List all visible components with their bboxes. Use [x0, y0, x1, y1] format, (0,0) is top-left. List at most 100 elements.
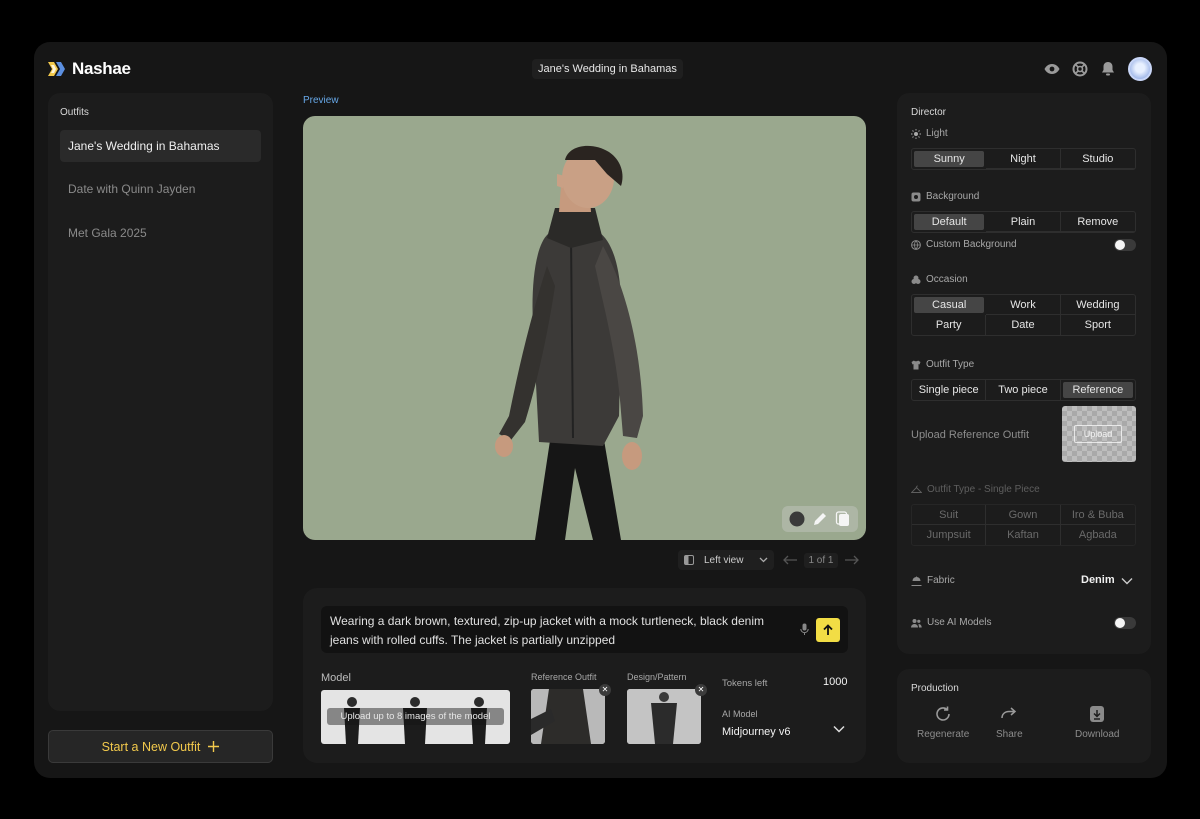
- share-button[interactable]: Share: [996, 705, 1023, 740]
- use-ai-models-row: Use AI Models: [911, 617, 991, 628]
- share-arrow-icon: [1001, 707, 1017, 719]
- fabric-section-title: Fabric: [911, 575, 955, 586]
- help-lifebuoy-icon[interactable]: [1072, 61, 1088, 77]
- model-figure-image: [495, 145, 643, 540]
- production-panel: Production Regenerate Share Download: [897, 669, 1151, 763]
- header-actions: [1044, 57, 1152, 81]
- outfit-type-option-single[interactable]: Single piece: [912, 380, 987, 400]
- hanger-icon: [911, 485, 922, 493]
- use-ai-models-toggle[interactable]: [1114, 617, 1136, 629]
- image-frame-icon: [911, 192, 921, 201]
- fabric-lamp-icon: [911, 576, 922, 586]
- preview-canvas: [303, 116, 866, 540]
- outfit-item[interactable]: Met Gala 2025: [60, 217, 261, 249]
- view-panel-icon: [684, 555, 694, 565]
- outfit-item[interactable]: Date with Quinn Jayden: [60, 173, 261, 205]
- tokens-value: 1000: [823, 676, 848, 688]
- director-panel: Director Light Sunny Night Studio Backgr…: [897, 93, 1151, 654]
- chevron-down-icon: [760, 557, 768, 563]
- outfits-title: Outfits: [60, 107, 89, 118]
- view-controls: Left view 1 of 1: [678, 550, 860, 570]
- occasion-option-sport[interactable]: Sport: [1061, 315, 1135, 335]
- start-new-outfit-button[interactable]: Start a New Outfit: [48, 730, 273, 763]
- preview-label: Preview: [303, 95, 339, 106]
- background-option-default[interactable]: Default: [914, 214, 985, 230]
- page-title: Jane's Wedding in Bahamas: [532, 59, 683, 79]
- send-button[interactable]: [816, 618, 840, 642]
- chevron-down-icon[interactable]: [1121, 577, 1133, 585]
- ai-model-label: AI Model: [722, 709, 758, 719]
- light-option-sunny[interactable]: Sunny: [914, 151, 985, 167]
- fabric-select[interactable]: Denim: [1081, 574, 1115, 586]
- prompt-text: Wearing a dark brown, textured, zip-up j…: [330, 614, 764, 647]
- occasion-section-title: Occasion: [911, 274, 968, 285]
- design-pattern-label: Design/Pattern: [627, 672, 687, 682]
- single-piece-option-jumpsuit: Jumpsuit: [912, 525, 987, 545]
- logo-mark-icon: [48, 62, 65, 76]
- custom-background-row: Custom Background: [911, 239, 1017, 250]
- avatar[interactable]: [1128, 57, 1152, 81]
- outfit-type-segmented-control: Single piece Two piece Reference: [911, 379, 1136, 401]
- prompt-panel: Wearing a dark brown, textured, zip-up j…: [303, 588, 866, 763]
- outfit-type-option-two[interactable]: Two piece: [986, 380, 1061, 400]
- director-title: Director: [911, 107, 947, 118]
- reference-outfit-label: Reference Outfit: [531, 672, 597, 682]
- single-piece-option-gown: Gown: [986, 505, 1061, 525]
- model-upload-dropzone[interactable]: Upload up to 8 images of the model: [321, 690, 510, 744]
- remove-reference-button[interactable]: ✕: [599, 684, 611, 696]
- custom-background-toggle[interactable]: [1114, 239, 1136, 251]
- tokens-label: Tokens left: [722, 678, 768, 689]
- light-option-night[interactable]: Night: [986, 149, 1061, 169]
- background-section-title: Background: [911, 191, 979, 202]
- view-select[interactable]: Left view: [678, 550, 775, 570]
- download-button[interactable]: Download: [1075, 705, 1119, 740]
- arrow-left-icon[interactable]: [782, 555, 798, 565]
- occasion-option-work[interactable]: Work: [986, 295, 1061, 315]
- outfit-type-option-reference[interactable]: Reference: [1062, 382, 1133, 398]
- eye-icon[interactable]: [1044, 61, 1060, 77]
- chevron-down-icon[interactable]: [833, 725, 845, 733]
- ai-model-select[interactable]: Midjourney v6: [722, 726, 790, 738]
- light-option-studio[interactable]: Studio: [1060, 149, 1135, 169]
- arrow-right-icon[interactable]: [844, 555, 860, 565]
- upload-reference-button[interactable]: Upload: [1074, 425, 1122, 443]
- shirt-icon: [911, 360, 921, 369]
- reference-photo-image: [531, 689, 605, 744]
- view-select-value: Left view: [704, 554, 744, 566]
- sun-icon: [911, 128, 921, 139]
- copy-icon[interactable]: [835, 511, 851, 527]
- single-piece-option-suit: Suit: [912, 505, 987, 525]
- single-piece-segmented-control: Suit Gown Iro & Buba Jumpsuit Kaftan Agb…: [911, 504, 1136, 546]
- regenerate-button[interactable]: Regenerate: [917, 705, 969, 740]
- microphone-icon[interactable]: [800, 623, 809, 636]
- upload-reference-label: Upload Reference Outfit: [911, 429, 1030, 441]
- pager-count: 1 of 1: [804, 552, 838, 568]
- pencil-icon[interactable]: [812, 511, 828, 527]
- occasion-option-casual[interactable]: Casual: [914, 297, 985, 313]
- logo: Nashae: [48, 59, 131, 79]
- occasion-option-party[interactable]: Party: [912, 315, 987, 335]
- background-option-remove[interactable]: Remove: [1060, 212, 1135, 232]
- arrow-up-icon: [823, 624, 833, 635]
- background-option-plain[interactable]: Plain: [986, 212, 1061, 232]
- occasion-option-wedding[interactable]: Wedding: [1060, 295, 1135, 315]
- bell-icon[interactable]: [1100, 61, 1116, 77]
- upload-reference-dropzone[interactable]: Upload: [1062, 406, 1136, 462]
- design-pattern-thumbnail[interactable]: [627, 689, 701, 744]
- background-segmented-control: Default Plain Remove: [911, 211, 1136, 233]
- outfit-item-active[interactable]: Jane's Wedding in Bahamas: [60, 130, 261, 162]
- single-piece-section-title: Outfit Type - Single Piece: [911, 484, 1040, 495]
- occasion-icon: [911, 275, 921, 284]
- occasion-segmented-control: Casual Work Wedding Party Date Sport: [911, 294, 1136, 336]
- single-piece-option-agbada: Agbada: [1078, 529, 1117, 541]
- color-dot-icon[interactable]: [789, 511, 805, 527]
- prompt-input[interactable]: Wearing a dark brown, textured, zip-up j…: [321, 606, 848, 653]
- production-title: Production: [911, 683, 959, 694]
- globe-icon: [911, 239, 921, 250]
- regenerate-icon: [936, 706, 950, 721]
- occasion-option-date[interactable]: Date: [986, 315, 1061, 335]
- single-piece-option-kaftan: Kaftan: [986, 525, 1061, 545]
- reference-outfit-thumbnail[interactable]: [531, 689, 605, 744]
- preview-toolbar: [782, 506, 858, 532]
- remove-design-button[interactable]: ✕: [695, 684, 707, 696]
